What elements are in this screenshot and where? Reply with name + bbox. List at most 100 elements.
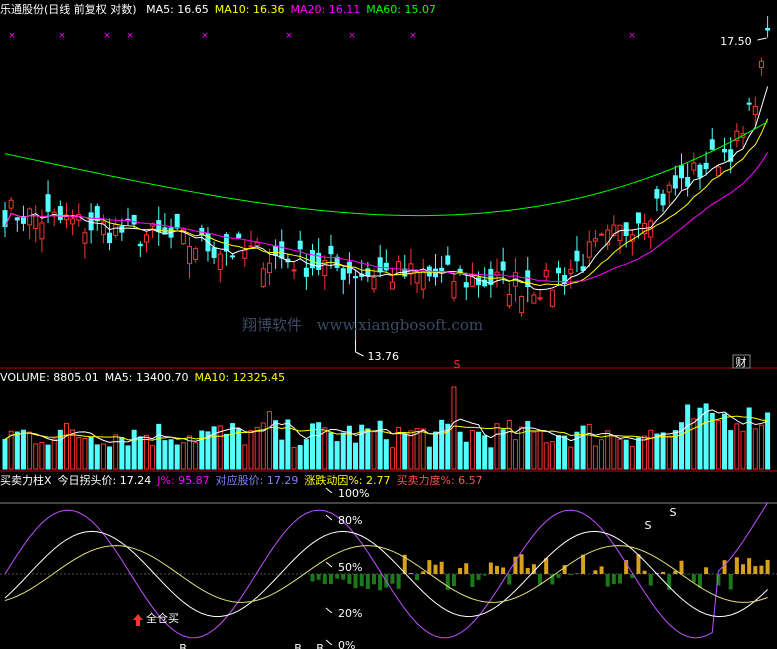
force-histogram-bar <box>710 574 715 575</box>
force-histogram-bar <box>728 574 733 590</box>
level-arrow <box>325 514 333 521</box>
force-histogram-bar <box>661 571 666 574</box>
price-panel-header: 乐通股份(日线 前复权 对数) MA5: 16.65 MA10: 16.36 MA2… <box>0 2 442 18</box>
volume-bar <box>377 420 383 470</box>
price-candle-body <box>377 257 383 273</box>
signal-mark-3: S <box>645 519 652 532</box>
level-label-2: 50% <box>338 561 362 574</box>
volume-bar <box>174 444 180 470</box>
volume-bar <box>408 430 414 470</box>
volume-bar <box>543 442 549 470</box>
price-candle-body <box>685 177 691 187</box>
volume-bar <box>463 441 469 470</box>
force-histogram-bar <box>648 574 653 586</box>
high-label-arrow <box>757 37 767 41</box>
level-arrow <box>325 607 333 614</box>
price-candle-body <box>254 242 260 247</box>
volume-label-0: VOLUME: 8805.01 <box>0 371 99 384</box>
volume-bar <box>100 443 106 470</box>
price-candle-body <box>635 212 641 224</box>
volume-bar <box>266 411 272 470</box>
volume-bar <box>33 443 39 470</box>
level-label-3: 20% <box>338 607 362 620</box>
volume-bar <box>599 439 605 470</box>
volume-bar <box>64 422 69 470</box>
force-histogram-bar <box>507 574 512 585</box>
price-candle-body <box>328 245 334 255</box>
volume-bar <box>691 418 697 470</box>
price-candle-body <box>746 102 752 105</box>
volume-bar <box>113 434 119 470</box>
price-candle-body <box>236 233 242 239</box>
force-histogram-bar <box>574 573 579 574</box>
volume-bar <box>402 433 408 470</box>
volume-bar <box>334 441 340 470</box>
force-histogram-bar <box>451 574 456 587</box>
force-histogram-bar <box>347 574 352 584</box>
volume-bar <box>310 423 315 470</box>
force-histogram-bar <box>734 557 739 574</box>
volume-bar <box>162 440 168 470</box>
price-ma-label-3: MA60: 15.07 <box>366 3 436 16</box>
volume-bar <box>2 438 8 470</box>
price-candle-body <box>303 267 309 277</box>
buy-arrow-icon <box>133 614 143 626</box>
volume-bar <box>297 445 303 470</box>
volume-bar <box>328 432 334 470</box>
force-histogram-bar <box>593 570 598 574</box>
force-histogram-bar <box>525 567 530 574</box>
price-candle-body <box>193 248 199 260</box>
volume-bar <box>291 446 297 470</box>
price-candle-body <box>57 206 63 221</box>
volume-bar <box>728 430 734 470</box>
price-candle-body <box>291 269 297 272</box>
volume-bar <box>703 403 709 470</box>
force-histogram-bar <box>753 566 758 574</box>
price-candle-body <box>494 271 500 276</box>
volume-bar <box>433 431 438 470</box>
indicator-label-4: 涨跌动因%: 2.77 <box>304 474 391 487</box>
force-histogram-bar <box>427 560 432 574</box>
price-candle-body <box>715 166 721 177</box>
volume-bar <box>722 413 728 470</box>
volume-bar <box>70 429 76 470</box>
volume-bar <box>488 447 494 470</box>
price-candle-body <box>592 238 598 242</box>
volume-bar <box>223 433 229 470</box>
price-candle-body <box>765 27 771 31</box>
force-histogram-bar <box>611 574 616 585</box>
volume-bar <box>94 444 100 470</box>
price-candle-body <box>174 213 180 229</box>
price-candle-body <box>137 243 143 247</box>
force-histogram-bar <box>568 574 573 576</box>
volume-bar <box>512 439 518 470</box>
volume-bar <box>371 431 377 470</box>
force-histogram-bar <box>470 574 475 588</box>
force-histogram-bar <box>501 567 506 574</box>
price-candle-body <box>433 268 438 278</box>
volume-bar <box>556 435 561 470</box>
force-histogram-bar <box>421 571 426 574</box>
price-candle-body <box>230 255 236 258</box>
indicator-label-0: 买卖力柱X <box>0 474 52 487</box>
price-candle-body <box>371 277 377 290</box>
volume-bar <box>193 442 199 470</box>
volume-bar <box>88 436 94 470</box>
price-candle-body <box>334 256 340 268</box>
volume-bar <box>740 430 746 470</box>
volume-bar <box>457 431 463 470</box>
price-candle-body <box>519 295 525 314</box>
price-candle-body <box>666 184 672 193</box>
price-candle-body <box>70 218 76 225</box>
volume-bar <box>168 439 174 470</box>
volume-bar <box>119 437 125 470</box>
volume-bar <box>131 429 137 470</box>
volume-bar <box>322 427 328 470</box>
price-candle-body <box>623 222 629 237</box>
force-histogram-bar <box>415 574 420 581</box>
volume-bar <box>199 430 205 470</box>
volume-label-1: MA5: 13400.70 <box>104 371 189 384</box>
force-histogram-bar <box>341 574 346 580</box>
volume-bar <box>476 431 482 470</box>
price-candle-body <box>722 148 728 153</box>
